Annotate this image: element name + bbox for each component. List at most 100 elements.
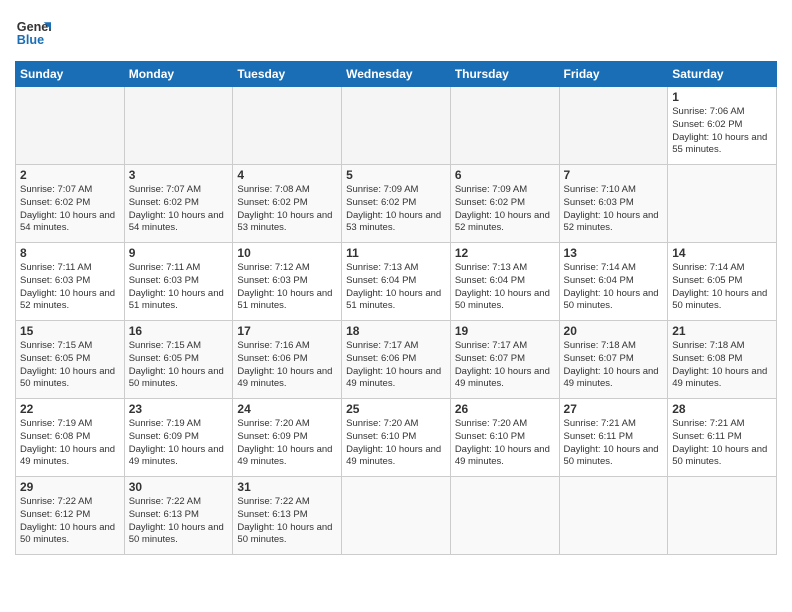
col-header-tuesday: Tuesday [233, 62, 342, 87]
week-row-2: 2Sunrise: 7:07 AMSunset: 6:02 PMDaylight… [16, 165, 777, 243]
calendar-table: SundayMondayTuesdayWednesdayThursdayFrid… [15, 61, 777, 555]
week-row-3: 8Sunrise: 7:11 AMSunset: 6:03 PMDaylight… [16, 243, 777, 321]
day-number: 6 [455, 168, 555, 182]
calendar-cell: 14 Sunrise: 7:14 AMSunset: 6:05 PMDayligh… [668, 243, 777, 321]
day-info: Sunrise: 7:13 AMSunset: 6:04 PMDaylight:… [346, 262, 446, 313]
calendar-cell [16, 87, 125, 165]
calendar-cell [450, 477, 559, 555]
day-number: 12 [455, 246, 555, 260]
day-info: Sunrise: 7:22 AMSunset: 6:13 PMDaylight:… [237, 496, 337, 547]
day-number: 11 [346, 246, 446, 260]
day-info: Sunrise: 7:14 AMSunset: 6:05 PMDaylight:… [672, 262, 772, 313]
col-header-sunday: Sunday [16, 62, 125, 87]
calendar-cell: 30 Sunrise: 7:22 AMSunset: 6:13 PMDayligh… [124, 477, 233, 555]
calendar-cell: 29 Sunrise: 7:22 AMSunset: 6:12 PMDayligh… [16, 477, 125, 555]
day-number: 29 [20, 480, 120, 494]
calendar-cell: 25Sunrise: 7:20 AMSunset: 6:10 PMDayligh… [342, 399, 451, 477]
day-number: 25 [346, 402, 446, 416]
day-info: Sunrise: 7:21 AMSunset: 6:11 PMDaylight:… [564, 418, 664, 469]
day-number: 16 [129, 324, 229, 338]
day-info: Sunrise: 7:17 AMSunset: 6:07 PMDaylight:… [455, 340, 555, 391]
calendar-cell: 11 Sunrise: 7:13 AMSunset: 6:04 PMDayligh… [342, 243, 451, 321]
col-header-monday: Monday [124, 62, 233, 87]
col-header-saturday: Saturday [668, 62, 777, 87]
day-info: Sunrise: 7:10 AMSunset: 6:03 PMDaylight:… [564, 184, 664, 235]
calendar-cell: 26Sunrise: 7:20 AMSunset: 6:10 PMDayligh… [450, 399, 559, 477]
day-number: 5 [346, 168, 446, 182]
day-number: 26 [455, 402, 555, 416]
calendar-cell: 4 Sunrise: 7:08 AMSunset: 6:02 PMDaylight… [233, 165, 342, 243]
day-info: Sunrise: 7:12 AMSunset: 6:03 PMDaylight:… [237, 262, 337, 313]
day-info: Sunrise: 7:22 AMSunset: 6:12 PMDaylight:… [20, 496, 120, 547]
day-info: Sunrise: 7:15 AMSunset: 6:05 PMDaylight:… [20, 340, 120, 391]
day-number: 4 [237, 168, 337, 182]
calendar-cell: 17Sunrise: 7:16 AMSunset: 6:06 PMDayligh… [233, 321, 342, 399]
calendar-cell: 23Sunrise: 7:19 AMSunset: 6:09 PMDayligh… [124, 399, 233, 477]
calendar-cell: 20 Sunrise: 7:18 AMSunset: 6:07 PMDayligh… [559, 321, 668, 399]
calendar-cell: 6 Sunrise: 7:09 AMSunset: 6:02 PMDaylight… [450, 165, 559, 243]
day-info: Sunrise: 7:06 AMSunset: 6:02 PMDaylight:… [672, 106, 772, 157]
day-number: 24 [237, 402, 337, 416]
col-header-wednesday: Wednesday [342, 62, 451, 87]
calendar-cell: 27 Sunrise: 7:21 AMSunset: 6:11 PMDayligh… [559, 399, 668, 477]
day-number: 17 [237, 324, 337, 338]
calendar-cell: 2Sunrise: 7:07 AMSunset: 6:02 PMDaylight… [16, 165, 125, 243]
calendar-cell: 13 Sunrise: 7:14 AMSunset: 6:04 PMDayligh… [559, 243, 668, 321]
day-number: 14 [672, 246, 772, 260]
day-number: 10 [237, 246, 337, 260]
day-info: Sunrise: 7:09 AMSunset: 6:02 PMDaylight:… [346, 184, 446, 235]
calendar-cell [342, 87, 451, 165]
week-row-1: 1 Sunrise: 7:06 AMSunset: 6:02 PMDaylight… [16, 87, 777, 165]
calendar-cell: 7 Sunrise: 7:10 AMSunset: 6:03 PMDaylight… [559, 165, 668, 243]
calendar-cell: 28Sunrise: 7:21 AMSunset: 6:11 PMDayligh… [668, 399, 777, 477]
logo-icon: General Blue [15, 15, 51, 51]
day-info: Sunrise: 7:20 AMSunset: 6:09 PMDaylight:… [237, 418, 337, 469]
calendar-cell: 10 Sunrise: 7:12 AMSunset: 6:03 PMDayligh… [233, 243, 342, 321]
calendar-header-row: SundayMondayTuesdayWednesdayThursdayFrid… [16, 62, 777, 87]
col-header-thursday: Thursday [450, 62, 559, 87]
calendar-cell: 9Sunrise: 7:11 AMSunset: 6:03 PMDaylight… [124, 243, 233, 321]
day-number: 15 [20, 324, 120, 338]
calendar-cell: 15 Sunrise: 7:15 AMSunset: 6:05 PMDayligh… [16, 321, 125, 399]
calendar-cell: 8Sunrise: 7:11 AMSunset: 6:03 PMDaylight… [16, 243, 125, 321]
calendar-cell: 16 Sunrise: 7:15 AMSunset: 6:05 PMDayligh… [124, 321, 233, 399]
calendar-cell [559, 477, 668, 555]
calendar-cell [233, 87, 342, 165]
day-number: 18 [346, 324, 446, 338]
calendar-cell: 12Sunrise: 7:13 AMSunset: 6:04 PMDayligh… [450, 243, 559, 321]
day-number: 7 [564, 168, 664, 182]
day-number: 20 [564, 324, 664, 338]
day-number: 30 [129, 480, 229, 494]
day-info: Sunrise: 7:15 AMSunset: 6:05 PMDaylight:… [129, 340, 229, 391]
calendar-cell: 24 Sunrise: 7:20 AMSunset: 6:09 PMDayligh… [233, 399, 342, 477]
day-info: Sunrise: 7:22 AMSunset: 6:13 PMDaylight:… [129, 496, 229, 547]
day-info: Sunrise: 7:18 AMSunset: 6:08 PMDaylight:… [672, 340, 772, 391]
svg-text:Blue: Blue [17, 33, 44, 47]
day-number: 28 [672, 402, 772, 416]
day-info: Sunrise: 7:08 AMSunset: 6:02 PMDaylight:… [237, 184, 337, 235]
calendar-cell: 22 Sunrise: 7:19 AMSunset: 6:08 PMDayligh… [16, 399, 125, 477]
day-number: 13 [564, 246, 664, 260]
day-number: 31 [237, 480, 337, 494]
calendar-cell [342, 477, 451, 555]
day-info: Sunrise: 7:19 AMSunset: 6:08 PMDaylight:… [20, 418, 120, 469]
calendar-cell [450, 87, 559, 165]
day-number: 23 [129, 402, 229, 416]
day-info: Sunrise: 7:14 AMSunset: 6:04 PMDaylight:… [564, 262, 664, 313]
calendar-cell: 21Sunrise: 7:18 AMSunset: 6:08 PMDayligh… [668, 321, 777, 399]
calendar-cell [668, 165, 777, 243]
week-row-6: 29 Sunrise: 7:22 AMSunset: 6:12 PMDayligh… [16, 477, 777, 555]
day-number: 1 [672, 90, 772, 104]
week-row-5: 22 Sunrise: 7:19 AMSunset: 6:08 PMDayligh… [16, 399, 777, 477]
day-number: 27 [564, 402, 664, 416]
calendar-cell: 19 Sunrise: 7:17 AMSunset: 6:07 PMDayligh… [450, 321, 559, 399]
day-number: 22 [20, 402, 120, 416]
day-info: Sunrise: 7:11 AMSunset: 6:03 PMDaylight:… [20, 262, 120, 313]
day-info: Sunrise: 7:09 AMSunset: 6:02 PMDaylight:… [455, 184, 555, 235]
day-info: Sunrise: 7:18 AMSunset: 6:07 PMDaylight:… [564, 340, 664, 391]
calendar-cell [124, 87, 233, 165]
week-row-4: 15 Sunrise: 7:15 AMSunset: 6:05 PMDayligh… [16, 321, 777, 399]
day-number: 19 [455, 324, 555, 338]
calendar-cell [668, 477, 777, 555]
day-info: Sunrise: 7:07 AMSunset: 6:02 PMDaylight:… [129, 184, 229, 235]
